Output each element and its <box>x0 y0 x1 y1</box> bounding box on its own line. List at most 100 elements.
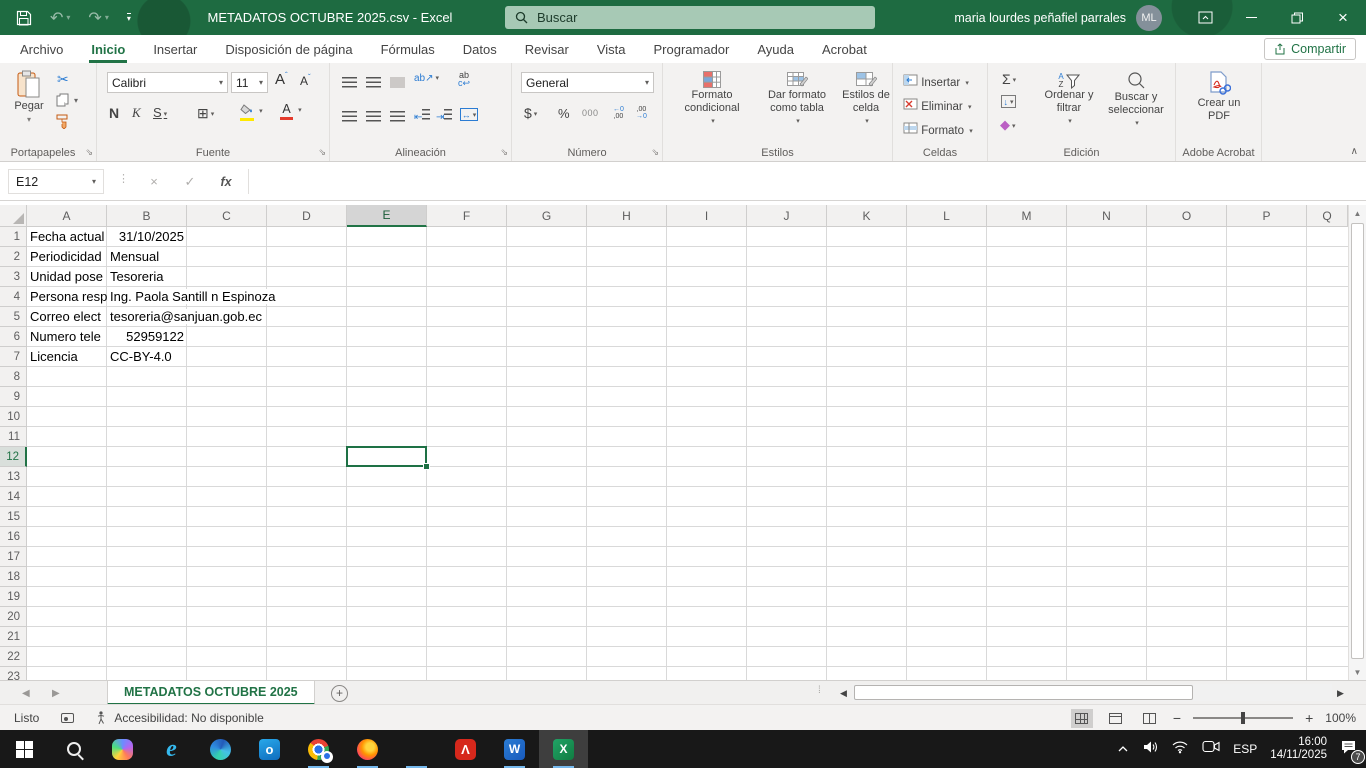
column-header-A[interactable]: A <box>27 205 107 227</box>
save-icon[interactable] <box>16 10 32 26</box>
decrease-decimal-icon[interactable]: ,00→0 <box>636 106 647 120</box>
status-mode[interactable]: Listo <box>14 711 39 725</box>
font-size-select[interactable]: 11▾ <box>231 72 268 93</box>
tab-vista[interactable]: Vista <box>583 35 640 63</box>
font-color-icon[interactable]: A <box>280 102 302 120</box>
cell-B2[interactable]: Mensual <box>107 247 187 267</box>
avatar[interactable]: ML <box>1136 5 1162 31</box>
tab-archivo[interactable]: Archivo <box>6 35 77 63</box>
selected-cell-E12[interactable] <box>346 446 427 467</box>
row-header-8[interactable]: 8 <box>0 367 27 387</box>
align-bottom-icon[interactable] <box>388 75 407 90</box>
taskbar-start-icon[interactable] <box>0 730 49 768</box>
cell-B7[interactable]: CC-BY-4.0 <box>107 347 187 367</box>
grid-area[interactable]: ABCDEFGHIJKLMNOPQ12345678910111213141516… <box>0 205 1366 680</box>
merge-center-icon[interactable]: ↔ <box>460 108 478 121</box>
collapse-ribbon-icon[interactable]: ∧ <box>1351 146 1358 157</box>
paste-button[interactable]: Pegar ▾ <box>8 70 50 126</box>
hscroll-right-icon[interactable]: ▶ <box>1333 685 1348 701</box>
font-family-select[interactable]: Calibri▾ <box>107 72 228 93</box>
zoom-slider[interactable] <box>1193 717 1293 719</box>
sort-filter-button[interactable]: AZ Ordenar y filtrar <box>1036 73 1102 128</box>
column-header-Q[interactable]: Q <box>1307 205 1348 227</box>
taskbar-explorer-icon[interactable] <box>392 730 441 768</box>
taskbar-search-icon[interactable] <box>49 730 98 768</box>
cut-icon[interactable]: ✂ <box>57 71 69 88</box>
number-dialog-launcher[interactable]: ⇘ <box>651 147 659 158</box>
column-header-M[interactable]: M <box>987 205 1067 227</box>
row-header-11[interactable]: 11 <box>0 427 27 447</box>
hscroll-left-icon[interactable]: ◀ <box>836 685 851 701</box>
taskbar-outlook-icon[interactable]: o <box>245 730 294 768</box>
row-header-20[interactable]: 20 <box>0 607 27 627</box>
row-header-6[interactable]: 6 <box>0 327 27 347</box>
column-header-L[interactable]: L <box>907 205 987 227</box>
cell-B1[interactable]: 31/10/2025 <box>107 227 187 247</box>
tab-insertar[interactable]: Insertar <box>139 35 211 63</box>
cell-A1[interactable]: Fecha actual <box>27 227 107 247</box>
increase-decimal-icon[interactable]: ←0,00 <box>613 106 624 120</box>
sheet-nav-next-icon[interactable]: ▶ <box>52 681 60 705</box>
column-header-P[interactable]: P <box>1227 205 1307 227</box>
zoom-out-icon[interactable]: − <box>1173 710 1181 726</box>
number-format-select[interactable]: General▾ <box>521 72 654 93</box>
bold-button[interactable]: N <box>109 105 119 121</box>
taskbar-ie-icon[interactable]: e <box>147 730 196 768</box>
row-header-1[interactable]: 1 <box>0 227 27 247</box>
wrap-text-icon[interactable]: abc↩ <box>458 71 470 87</box>
tab-inicio[interactable]: Inicio <box>77 35 139 63</box>
cancel-icon[interactable]: × <box>140 169 168 194</box>
formula-bar-splitter[interactable]: ⋮ <box>118 172 130 185</box>
taskbar-acrobat-icon[interactable]: Λ <box>441 730 490 768</box>
vertical-scroll-thumb[interactable] <box>1351 223 1364 659</box>
copy-dropdown[interactable]: ▾ <box>74 96 78 105</box>
tray-chevron-icon[interactable] <box>1117 740 1129 758</box>
column-header-C[interactable]: C <box>187 205 267 227</box>
row-header-22[interactable]: 22 <box>0 647 27 667</box>
horizontal-scroll-thumb[interactable] <box>854 685 1193 700</box>
row-header-7[interactable]: 7 <box>0 347 27 367</box>
undo-icon[interactable]: ↶▾ <box>50 8 70 28</box>
grow-font-button[interactable]: Aˆ <box>275 71 288 88</box>
comma-format-icon[interactable]: 000 <box>582 108 599 118</box>
zoom-level[interactable]: 100% <box>1325 711 1356 725</box>
fill-icon[interactable]: ↓ <box>1001 95 1016 108</box>
view-page-layout-button[interactable] <box>1105 709 1127 728</box>
tab-acrobat[interactable]: Acrobat <box>808 35 881 63</box>
share-button[interactable]: Compartir <box>1264 38 1356 60</box>
speaker-icon[interactable] <box>1142 740 1158 759</box>
insert-cells-button[interactable]: Insertar <box>903 74 969 89</box>
close-button[interactable]: × <box>1320 0 1366 35</box>
tab-disposici-n-de-p-gina[interactable]: Disposición de página <box>211 35 366 63</box>
column-header-G[interactable]: G <box>507 205 587 227</box>
cell-B5[interactable]: tesoreria@sanjuan.gob.ec <box>107 307 187 327</box>
keyboard-language[interactable]: ESP <box>1233 742 1257 756</box>
row-header-15[interactable]: 15 <box>0 507 27 527</box>
column-header-O[interactable]: O <box>1147 205 1227 227</box>
row-header-19[interactable]: 19 <box>0 587 27 607</box>
italic-button[interactable]: K <box>132 105 141 121</box>
taskbar-edge-icon[interactable] <box>196 730 245 768</box>
orientation-icon[interactable]: ab↗ <box>414 73 439 84</box>
cell-B6[interactable]: 52959122 <box>107 327 187 347</box>
row-header-2[interactable]: 2 <box>0 247 27 267</box>
cell-A2[interactable]: Periodicidad <box>27 247 107 267</box>
align-top-icon[interactable] <box>342 77 357 88</box>
column-header-I[interactable]: I <box>667 205 747 227</box>
borders-icon[interactable]: ⊞ <box>197 105 214 122</box>
view-page-break-button[interactable] <box>1139 709 1161 728</box>
create-pdf-button[interactable]: Crear un PDF <box>1194 71 1244 123</box>
format-cells-button[interactable]: Formato <box>903 122 973 137</box>
row-header-16[interactable]: 16 <box>0 527 27 547</box>
taskbar-firefox-icon[interactable] <box>343 730 392 768</box>
column-header-E[interactable]: E <box>347 205 427 227</box>
view-normal-button[interactable] <box>1071 709 1093 728</box>
row-header-17[interactable]: 17 <box>0 547 27 567</box>
fill-handle[interactable] <box>423 463 430 470</box>
scroll-up-icon[interactable]: ▲ <box>1349 205 1366 221</box>
row-header-12[interactable]: 12 <box>0 447 27 467</box>
column-header-D[interactable]: D <box>267 205 347 227</box>
font-dialog-launcher[interactable]: ⇘ <box>318 147 326 158</box>
row-header-14[interactable]: 14 <box>0 487 27 507</box>
copy-icon[interactable] <box>56 93 70 110</box>
